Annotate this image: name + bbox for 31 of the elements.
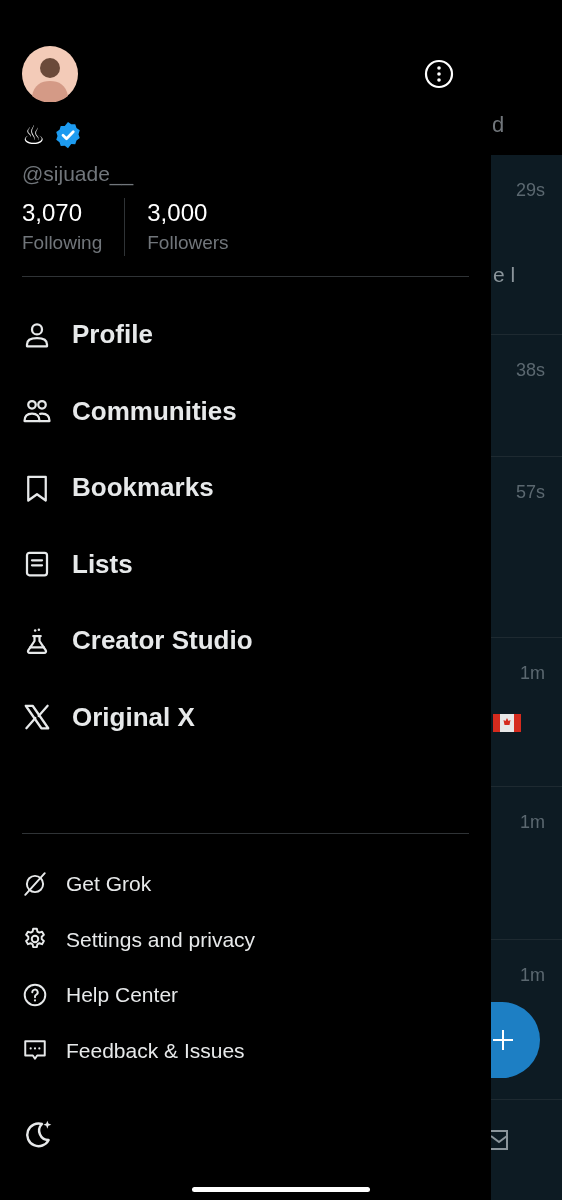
tab-label[interactable]: d bbox=[492, 108, 505, 141]
compose-button[interactable] bbox=[491, 1002, 540, 1078]
menu-item[interactable]: Help Center bbox=[0, 967, 187, 1023]
timestamp: 29s bbox=[515, 179, 545, 202]
slashed-circle-icon bbox=[22, 870, 48, 897]
mail-icon[interactable] bbox=[491, 1128, 509, 1152]
stat-label[interactable]: Followers bbox=[147, 229, 229, 256]
stat-label[interactable]: Following bbox=[22, 229, 103, 256]
menu-item[interactable]: Lists bbox=[0, 526, 141, 603]
menu-item[interactable]: Original X bbox=[0, 679, 203, 756]
timestamp: 1m bbox=[520, 964, 545, 987]
menu-item[interactable]: Feedback & Issues bbox=[0, 1022, 253, 1078]
menu-item[interactable]: Get Grok bbox=[0, 856, 160, 912]
menu-item[interactable]: Bookmarks bbox=[0, 449, 222, 526]
menu-item[interactable]: Communities bbox=[0, 373, 245, 450]
stat-count[interactable]: 3,070 bbox=[22, 197, 103, 228]
username: @sijuade__ bbox=[21, 161, 135, 188]
timestamp: 1m bbox=[520, 662, 545, 685]
help-icon bbox=[22, 981, 48, 1008]
timestamp: 1m bbox=[520, 811, 545, 834]
stat-count[interactable]: 3,000 bbox=[147, 197, 229, 228]
menu-item[interactable]: Profile bbox=[0, 296, 161, 373]
menu-item[interactable]: Settings and privacy bbox=[0, 911, 264, 967]
display-name: ♨ bbox=[22, 122, 46, 148]
timestamp: 38s bbox=[515, 359, 545, 382]
menu-item[interactable]: Creator Studio bbox=[0, 602, 261, 679]
more-options-icon[interactable] bbox=[424, 59, 454, 89]
avatar[interactable] bbox=[22, 46, 78, 102]
post-text: e l bbox=[493, 262, 516, 288]
timestamp: 57s bbox=[515, 481, 545, 504]
plus-icon bbox=[491, 1028, 515, 1052]
